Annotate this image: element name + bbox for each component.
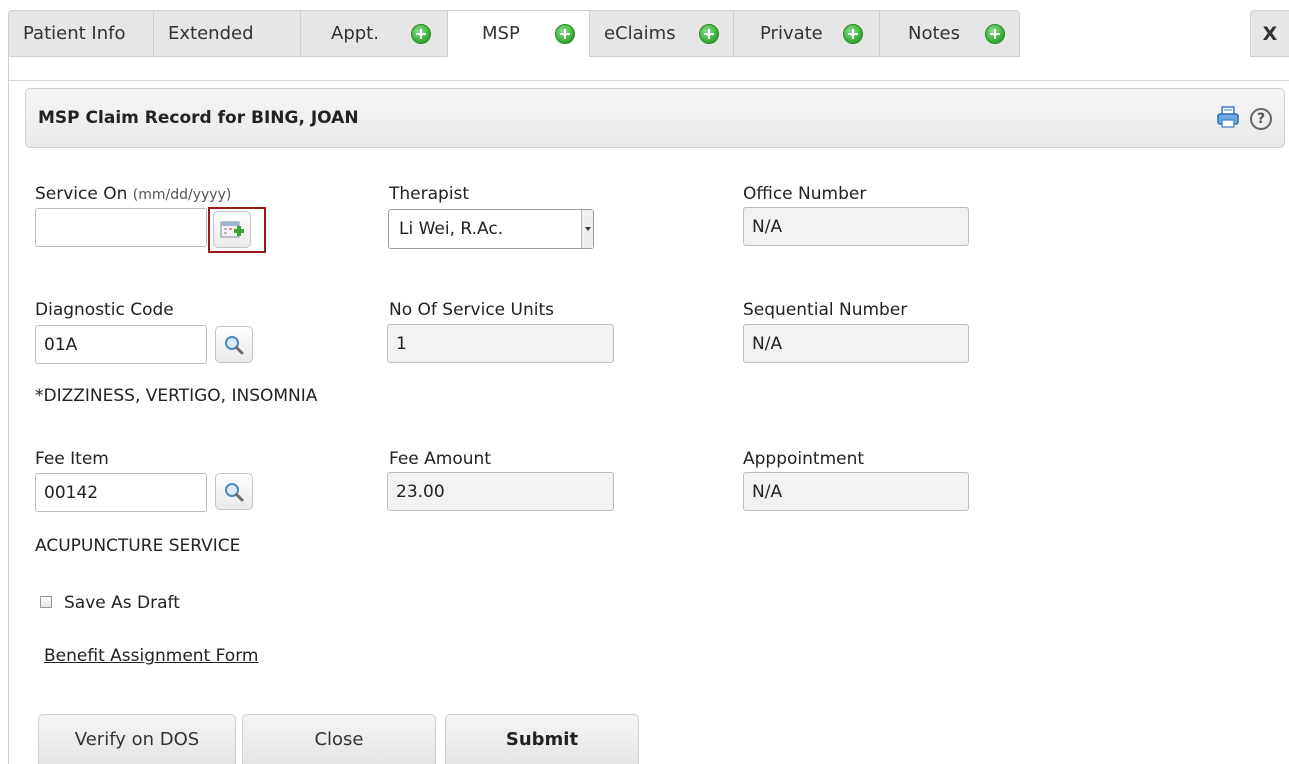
benefit-assignment-link[interactable]: Benefit Assignment Form — [44, 646, 258, 666]
tab-label: Patient Info — [23, 23, 126, 44]
close-button[interactable]: Close — [242, 714, 436, 764]
add-msp-icon[interactable] — [555, 23, 575, 44]
help-icon[interactable]: ? — [1250, 108, 1272, 130]
diagnostic-code-label: Diagnostic Code — [35, 300, 174, 320]
therapist-select[interactable]: Li Wei, R.Ac. — [388, 209, 594, 249]
chevron-down-icon — [581, 210, 593, 248]
date-format-hint: (mm/dd/yyyy) — [132, 187, 232, 203]
divider — [8, 80, 1289, 81]
tab-label: Private — [760, 23, 823, 44]
office-number-field: N/A — [743, 207, 969, 246]
tab-patient-info[interactable]: Patient Info — [8, 10, 153, 57]
add-eclaims-icon[interactable] — [699, 23, 719, 44]
save-as-draft-checkbox[interactable] — [40, 596, 52, 608]
tab-label: MSP — [482, 23, 520, 44]
submit-button[interactable]: Submit — [445, 714, 639, 764]
save-as-draft-label: Save As Draft — [64, 593, 180, 613]
fee-item-description: ACUPUNCTURE SERVICE — [35, 536, 241, 556]
close-icon: X — [1262, 22, 1278, 45]
sequential-number-label: Sequential Number — [743, 300, 908, 320]
highlight-box — [208, 207, 266, 253]
service-units-label: No Of Service Units — [389, 300, 554, 320]
service-date-input[interactable] — [35, 208, 207, 247]
fee-item-label: Fee Item — [35, 449, 109, 469]
office-number-label: Office Number — [743, 184, 867, 204]
sequential-number-field: N/A — [743, 324, 969, 363]
fee-item-input[interactable]: 00142 — [35, 473, 207, 512]
fee-amount-label: Fee Amount — [389, 449, 491, 469]
header-actions: ? — [1216, 105, 1272, 133]
add-appt-icon[interactable] — [411, 23, 431, 44]
therapist-value: Li Wei, R.Ac. — [399, 219, 504, 239]
tab-bar: Patient Info Extended Appt. MSP eClaims … — [8, 10, 1020, 57]
tab-extended[interactable]: Extended — [153, 10, 300, 57]
tab-label: eClaims — [604, 23, 676, 44]
fee-amount-field[interactable]: 23.00 — [387, 472, 614, 511]
diagnostic-search-button[interactable] — [215, 326, 253, 363]
therapist-label: Therapist — [389, 184, 470, 204]
search-icon — [225, 482, 244, 501]
diagnostic-code-input[interactable]: 01A — [35, 325, 207, 364]
tab-private[interactable]: Private — [733, 10, 879, 57]
verify-on-dos-button[interactable]: Verify on DOS — [38, 714, 236, 764]
service-on-label: Service On (mm/dd/yyyy) — [35, 184, 231, 204]
add-notes-icon[interactable] — [985, 23, 1005, 44]
tab-appt[interactable]: Appt. — [300, 10, 447, 57]
panel-border — [8, 57, 9, 764]
service-on-label-text: Service On — [35, 184, 128, 204]
page-title: MSP Claim Record for BING, JOAN — [38, 108, 359, 128]
tab-label: Appt. — [331, 23, 379, 44]
tab-eclaims[interactable]: eClaims — [589, 10, 733, 57]
tab-label: Notes — [908, 23, 960, 44]
diagnostic-description: *DIZZINESS, VERTIGO, INSOMNIA — [35, 386, 318, 406]
tab-notes[interactable]: Notes — [879, 10, 1020, 57]
print-icon[interactable] — [1216, 105, 1240, 133]
close-window-button[interactable]: X — [1250, 10, 1289, 57]
fee-item-search-button[interactable] — [215, 473, 253, 510]
panel-header: MSP Claim Record for BING, JOAN ? — [25, 88, 1285, 148]
add-private-icon[interactable] — [843, 23, 863, 44]
appointment-label: Apppointment — [743, 449, 865, 469]
service-units-field[interactable]: 1 — [387, 324, 614, 363]
tab-msp[interactable]: MSP — [447, 10, 589, 57]
appointment-field: N/A — [743, 472, 969, 511]
search-icon — [225, 335, 244, 354]
tab-label: Extended — [168, 23, 254, 44]
